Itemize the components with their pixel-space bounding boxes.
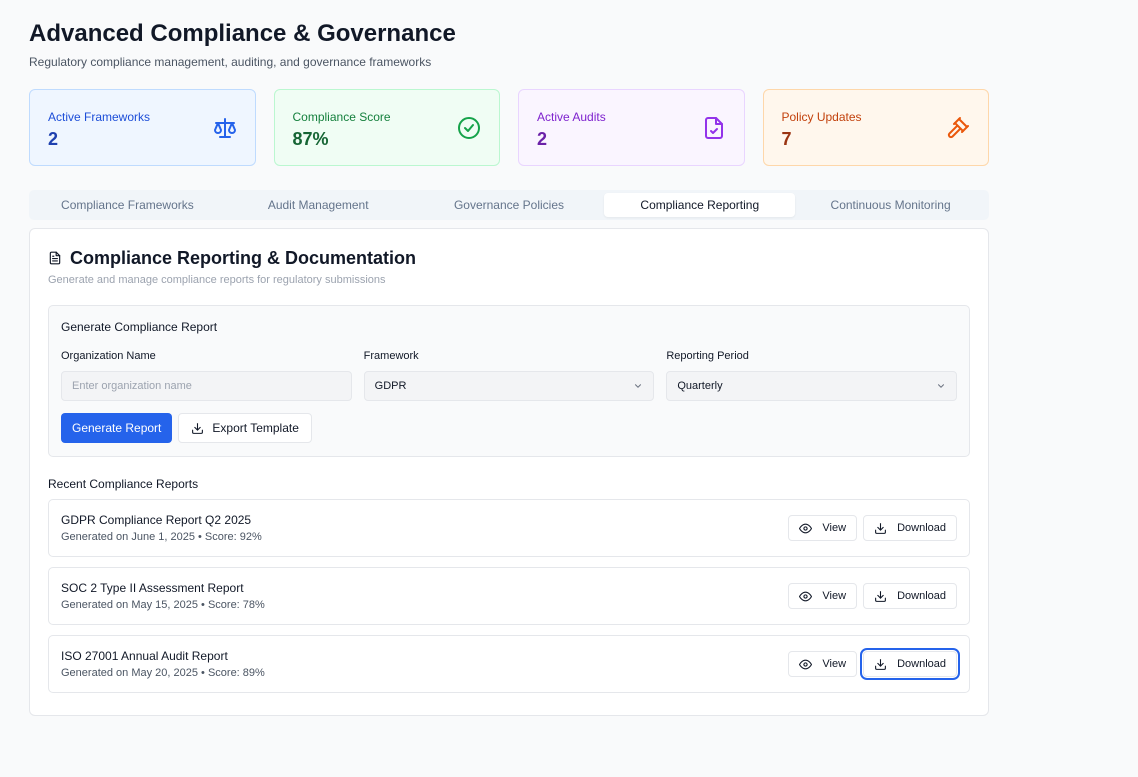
report-fields: Organization Name Enter organization nam… bbox=[61, 350, 958, 401]
report-row: ISO 27001 Annual Audit Report Generated … bbox=[48, 635, 970, 693]
report-actions: View Download bbox=[788, 583, 957, 609]
generate-report-panel: Generate Compliance Report Organization … bbox=[48, 305, 970, 457]
page-title: Advanced Compliance & Governance bbox=[29, 20, 456, 47]
generate-actions: Generate Report Export Template bbox=[61, 413, 957, 443]
document-icon bbox=[48, 251, 62, 265]
tab-audit-management[interactable]: Audit Management bbox=[223, 193, 414, 217]
generate-report-button[interactable]: Generate Report bbox=[61, 413, 173, 443]
report-actions: View Download bbox=[788, 515, 957, 541]
stat-card-active-audits: Active Audits 2 bbox=[518, 89, 745, 166]
report-row: SOC 2 Type II Assessment Report Generate… bbox=[48, 567, 970, 625]
download-icon bbox=[191, 422, 204, 435]
organization-label: Organization Name bbox=[61, 350, 156, 362]
stat-card-compliance-score: Compliance Score 87% bbox=[273, 89, 500, 166]
check-circle-icon bbox=[457, 116, 481, 140]
report-meta: Generated on May 15, 2025 • Score: 78% bbox=[61, 598, 265, 611]
download-label: Download bbox=[897, 658, 946, 670]
tab-compliance-reporting[interactable]: Compliance Reporting bbox=[604, 193, 796, 217]
framework-field: Framework GDPR bbox=[363, 350, 655, 401]
tab-compliance-frameworks[interactable]: Compliance Frameworks bbox=[32, 193, 223, 217]
framework-value: GDPR bbox=[374, 380, 407, 392]
report-name: GDPR Compliance Report Q2 2025 bbox=[61, 512, 252, 527]
reporting-period-field: Reporting Period Quarterly bbox=[666, 350, 958, 401]
recent-reports-title: Recent Compliance Reports bbox=[48, 477, 199, 491]
page: Advanced Compliance & Governance Regulat… bbox=[29, 20, 989, 716]
report-meta: Generated on June 1, 2025 • Score: 92% bbox=[61, 530, 262, 543]
view-label: View bbox=[822, 658, 847, 670]
report-name: ISO 27001 Annual Audit Report bbox=[61, 648, 228, 663]
view-report-button[interactable]: View bbox=[788, 583, 858, 609]
download-label: Download bbox=[897, 590, 946, 602]
report-info: ISO 27001 Annual Audit Report Generated … bbox=[61, 649, 265, 680]
reporting-period-value: Quarterly bbox=[677, 380, 723, 392]
eye-icon bbox=[799, 522, 813, 535]
reporting-period-select[interactable]: Quarterly bbox=[666, 371, 958, 401]
report-meta: Generated on May 20, 2025 • Score: 89% bbox=[61, 666, 265, 679]
file-check-icon bbox=[702, 116, 726, 140]
stat-label: Compliance Score bbox=[292, 110, 391, 124]
download-label: Download bbox=[897, 522, 946, 534]
report-info: SOC 2 Type II Assessment Report Generate… bbox=[61, 581, 265, 612]
view-report-button[interactable]: View bbox=[788, 515, 858, 541]
view-label: View bbox=[822, 522, 847, 534]
download-icon bbox=[874, 522, 887, 535]
stats-row: Active Frameworks 2 Compliance Score 87%… bbox=[29, 89, 989, 166]
reporting-card: Compliance Reporting & Documentation Gen… bbox=[29, 228, 989, 716]
download-icon bbox=[874, 658, 887, 671]
view-label: View bbox=[822, 590, 847, 602]
report-name: SOC 2 Type II Assessment Report bbox=[61, 580, 244, 595]
view-report-button[interactable]: View bbox=[788, 651, 858, 677]
organization-field: Organization Name Enter organization nam… bbox=[61, 350, 352, 401]
download-report-button[interactable]: Download bbox=[863, 583, 957, 609]
tab-continuous-monitoring[interactable]: Continuous Monitoring bbox=[795, 193, 986, 217]
stat-label: Policy Updates bbox=[781, 110, 862, 124]
gavel-icon bbox=[946, 116, 970, 140]
report-actions: View Download bbox=[788, 648, 960, 680]
stat-label: Active Audits bbox=[537, 110, 606, 124]
stat-value: 87% bbox=[292, 129, 329, 149]
page-subtitle: Regulatory compliance management, auditi… bbox=[29, 55, 432, 69]
card-title: Compliance Reporting & Documentation bbox=[70, 248, 417, 268]
tab-governance-policies[interactable]: Governance Policies bbox=[414, 193, 605, 217]
eye-icon bbox=[799, 590, 813, 603]
chevron-down-icon bbox=[633, 381, 643, 391]
organization-name-input[interactable]: Enter organization name bbox=[61, 371, 352, 401]
export-template-label: Export Template bbox=[212, 421, 299, 435]
generate-report-title: Generate Compliance Report bbox=[61, 320, 218, 334]
card-header: Compliance Reporting & Documentation bbox=[48, 247, 970, 269]
chevron-down-icon bbox=[936, 381, 946, 391]
framework-label: Framework bbox=[363, 350, 419, 362]
export-template-button[interactable]: Export Template bbox=[178, 413, 312, 443]
download-icon bbox=[874, 590, 887, 603]
stat-value: 2 bbox=[537, 129, 548, 149]
eye-icon bbox=[799, 658, 813, 671]
stat-card-active-frameworks: Active Frameworks 2 bbox=[29, 89, 256, 166]
stat-value: 7 bbox=[781, 129, 792, 149]
download-report-button[interactable]: Download bbox=[860, 648, 960, 680]
card-description: Generate and manage compliance reports f… bbox=[48, 274, 386, 286]
stat-value: 2 bbox=[48, 129, 59, 149]
scale-icon bbox=[213, 116, 237, 140]
stat-label: Active Frameworks bbox=[48, 110, 151, 124]
report-row: GDPR Compliance Report Q2 2025 Generated… bbox=[48, 499, 970, 557]
report-info: GDPR Compliance Report Q2 2025 Generated… bbox=[61, 513, 262, 544]
tab-bar: Compliance Frameworks Audit Management G… bbox=[29, 190, 989, 220]
stat-card-policy-updates: Policy Updates 7 bbox=[762, 89, 989, 166]
download-report-button[interactable]: Download bbox=[863, 515, 957, 541]
reporting-period-label: Reporting Period bbox=[666, 350, 749, 362]
organization-placeholder: Enter organization name bbox=[72, 380, 192, 392]
framework-select[interactable]: GDPR bbox=[363, 371, 655, 401]
